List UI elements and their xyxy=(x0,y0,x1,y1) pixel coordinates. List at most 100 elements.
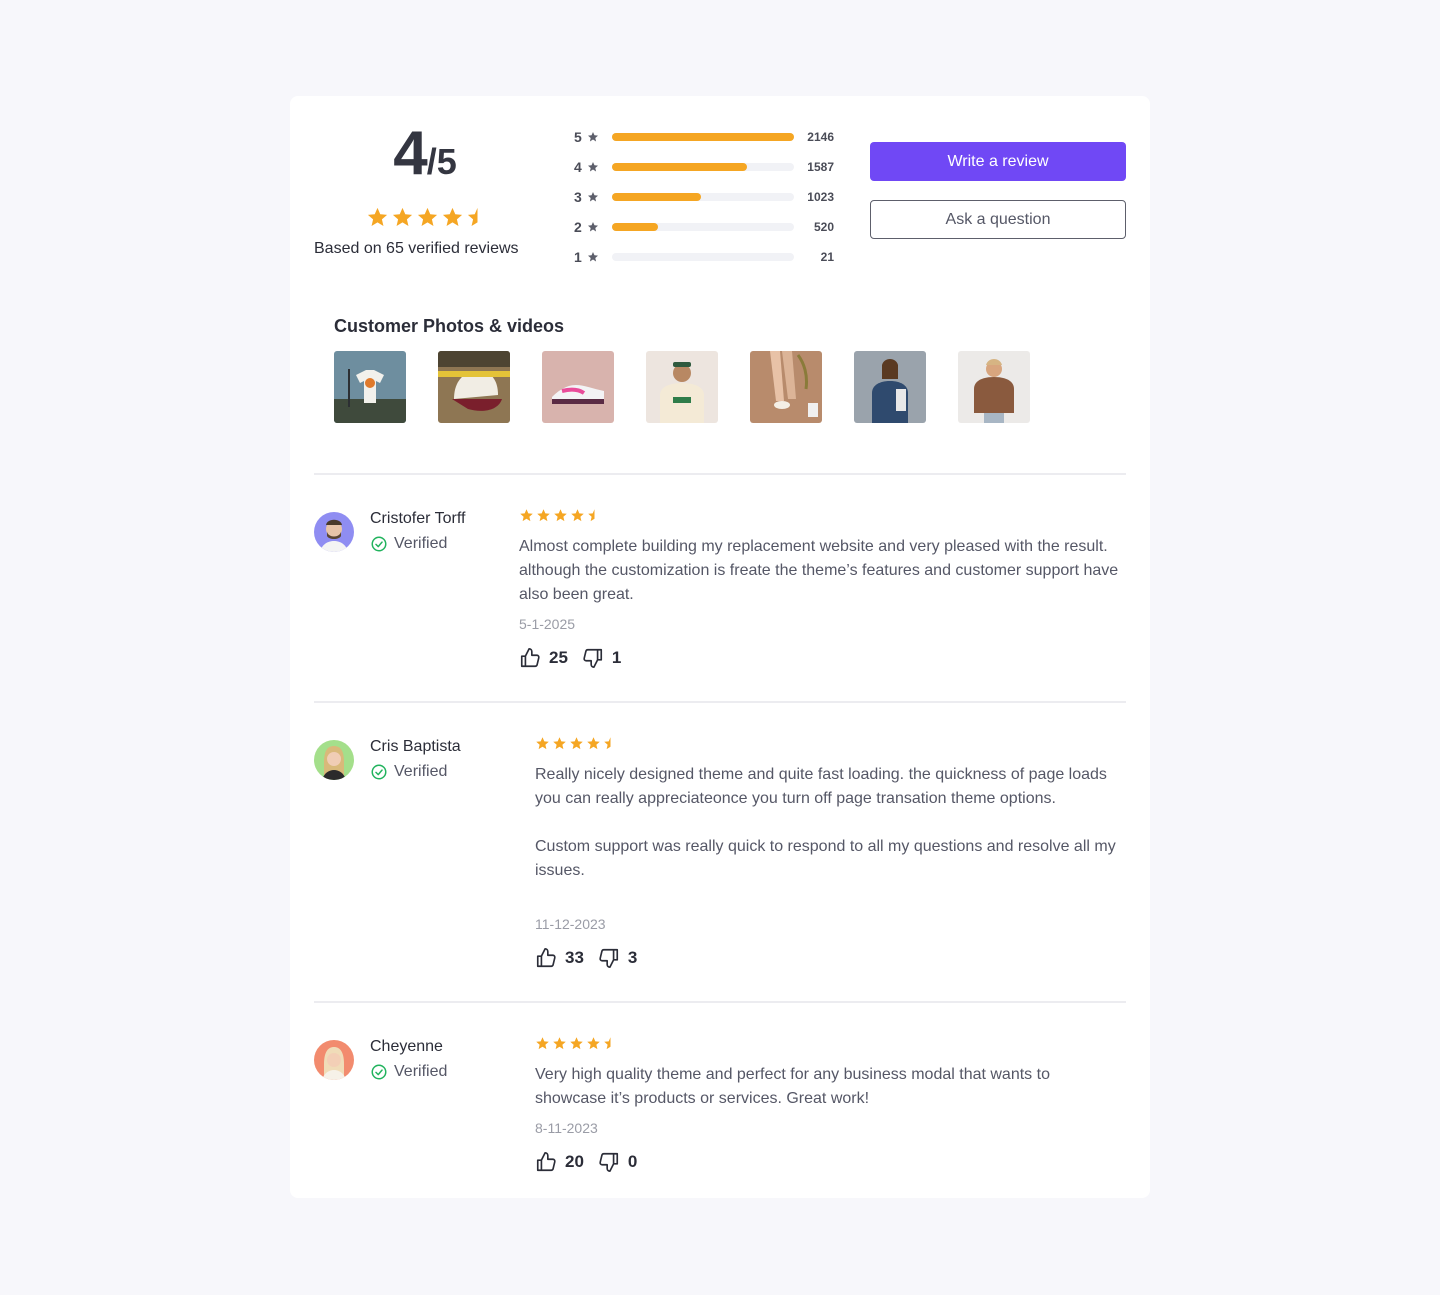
customer-photos-list xyxy=(334,351,1030,423)
reviewer-name: Cheyenne xyxy=(370,1038,443,1055)
overall-score: 4/5 xyxy=(290,118,560,189)
review-text: Almost complete building my replacement … xyxy=(519,535,1119,607)
sneaker-photo[interactable] xyxy=(542,351,614,423)
avatar xyxy=(314,1040,354,1080)
score-out-of: /5 xyxy=(426,141,457,182)
likes-count: 20 xyxy=(565,1152,584,1171)
star-icon xyxy=(588,162,598,172)
review-text: Really nicely designed theme and quite f… xyxy=(535,763,1120,883)
star-icon-full xyxy=(570,1037,583,1050)
dist-count: 1587 xyxy=(807,160,834,174)
dist-stars-label: 1 xyxy=(574,249,582,265)
review-votes: 20 0 xyxy=(535,1151,651,1173)
tshirt-photo[interactable] xyxy=(334,351,406,423)
review-paragraph: Very high quality theme and perfect for … xyxy=(535,1066,1050,1107)
review-item: Cheyenne Verified Very high quality them… xyxy=(314,1024,1126,1194)
review-star-rating xyxy=(535,736,618,751)
summary-star-rating xyxy=(366,206,489,229)
verified-label: Verified xyxy=(394,535,448,552)
review-date: 8-11-2023 xyxy=(535,1120,598,1136)
star-icon-full xyxy=(570,737,583,750)
divider xyxy=(314,473,1126,475)
dist-bar-track xyxy=(612,163,794,171)
review-paragraph: Really nicely designed theme and quite f… xyxy=(535,766,1107,807)
reviewer-name: Cris Baptista xyxy=(370,738,461,755)
dislikes-count: 3 xyxy=(627,948,638,967)
likes-count: 33 xyxy=(565,948,584,967)
thumbs-up-icon[interactable] xyxy=(535,947,557,969)
dist-row-4: 4 1587 xyxy=(574,152,834,182)
sweater-photo[interactable] xyxy=(958,351,1030,423)
reviewer-name: Cristofer Torff xyxy=(370,510,466,527)
thumbs-up-icon[interactable] xyxy=(519,647,541,669)
dist-bar-fill xyxy=(612,133,794,141)
dist-stars-label: 2 xyxy=(574,219,582,235)
score-value: 4 xyxy=(393,119,427,188)
dist-bar-track xyxy=(612,223,794,231)
star-icon-full xyxy=(587,737,600,750)
star-icon-full xyxy=(587,1037,600,1050)
dist-bar-fill xyxy=(612,193,702,201)
dist-bar-track xyxy=(612,193,794,201)
star-icon-full xyxy=(553,1037,566,1050)
star-icon-full xyxy=(571,509,584,522)
man-tee-photo[interactable] xyxy=(646,351,718,423)
dist-count: 520 xyxy=(813,220,834,234)
ask-question-button[interactable]: Ask a question xyxy=(870,200,1126,239)
star-icon-half xyxy=(467,207,478,227)
photos-section-title: Customer Photos & videos xyxy=(334,316,565,336)
star-icon xyxy=(588,192,598,202)
star-icon-full xyxy=(442,207,463,227)
review-votes: 25 1 xyxy=(519,647,635,669)
dist-bar-fill xyxy=(612,223,658,231)
write-review-button[interactable]: Write a review xyxy=(870,142,1126,181)
dislikes-count: 1 xyxy=(611,648,622,667)
thumbs-down-icon[interactable] xyxy=(598,1151,620,1173)
star-icon-full xyxy=(417,207,438,227)
star-icon-full xyxy=(536,1037,549,1050)
rating-distribution: 5 2146 4 1587 3 1023 2 520 1 21 xyxy=(574,122,834,272)
star-icon-full xyxy=(520,509,533,522)
verified-badge: Verified xyxy=(370,763,447,781)
dist-row-1: 1 21 xyxy=(574,242,834,272)
thumbs-up-icon[interactable] xyxy=(535,1151,557,1173)
dist-count: 21 xyxy=(820,250,834,264)
dist-stars-label: 3 xyxy=(574,189,582,205)
avatar xyxy=(314,740,354,780)
dist-count: 2146 xyxy=(807,130,834,144)
review-star-rating xyxy=(535,1036,618,1051)
legs-photo[interactable] xyxy=(750,351,822,423)
avatar xyxy=(314,512,354,552)
thumbs-down-icon[interactable] xyxy=(598,947,620,969)
star-icon xyxy=(588,222,598,232)
review-text: Very high quality theme and perfect for … xyxy=(535,1063,1120,1111)
star-icon-half xyxy=(604,737,611,750)
review-date: 5-1-2025 xyxy=(519,616,576,632)
dislikes-count: 0 xyxy=(627,1152,638,1171)
check-circle-icon xyxy=(371,764,387,780)
woman-jacket-photo[interactable] xyxy=(854,351,926,423)
star-icon-full xyxy=(392,207,413,227)
cap-photo[interactable] xyxy=(438,351,510,423)
thumbs-down-icon[interactable] xyxy=(582,647,604,669)
reviews-card: 4/5 Based on 65 verified reviews 5 2146 … xyxy=(290,96,1150,1198)
dist-row-5: 5 2146 xyxy=(574,122,834,152)
dist-bar-fill xyxy=(612,163,747,171)
likes-count: 25 xyxy=(549,648,568,667)
verified-badge: Verified xyxy=(370,535,447,553)
dist-stars-label: 4 xyxy=(574,159,582,175)
divider xyxy=(314,701,1126,703)
star-icon-full xyxy=(554,509,567,522)
star-icon-half xyxy=(588,509,595,522)
dist-count: 1023 xyxy=(807,190,834,204)
check-circle-icon xyxy=(371,1064,387,1080)
review-item: Cristofer Torff Verified Almost complete… xyxy=(314,496,1126,706)
divider xyxy=(314,1001,1126,1003)
dist-bar-track xyxy=(612,133,794,141)
review-item: Cris Baptista Verified Really nicely des… xyxy=(314,724,1126,1004)
verified-label: Verified xyxy=(394,763,448,780)
review-paragraph: Custom support was really quick to respo… xyxy=(535,838,1116,879)
review-star-rating xyxy=(519,508,602,523)
star-icon-full xyxy=(537,509,550,522)
review-date: 11-12-2023 xyxy=(535,916,606,932)
